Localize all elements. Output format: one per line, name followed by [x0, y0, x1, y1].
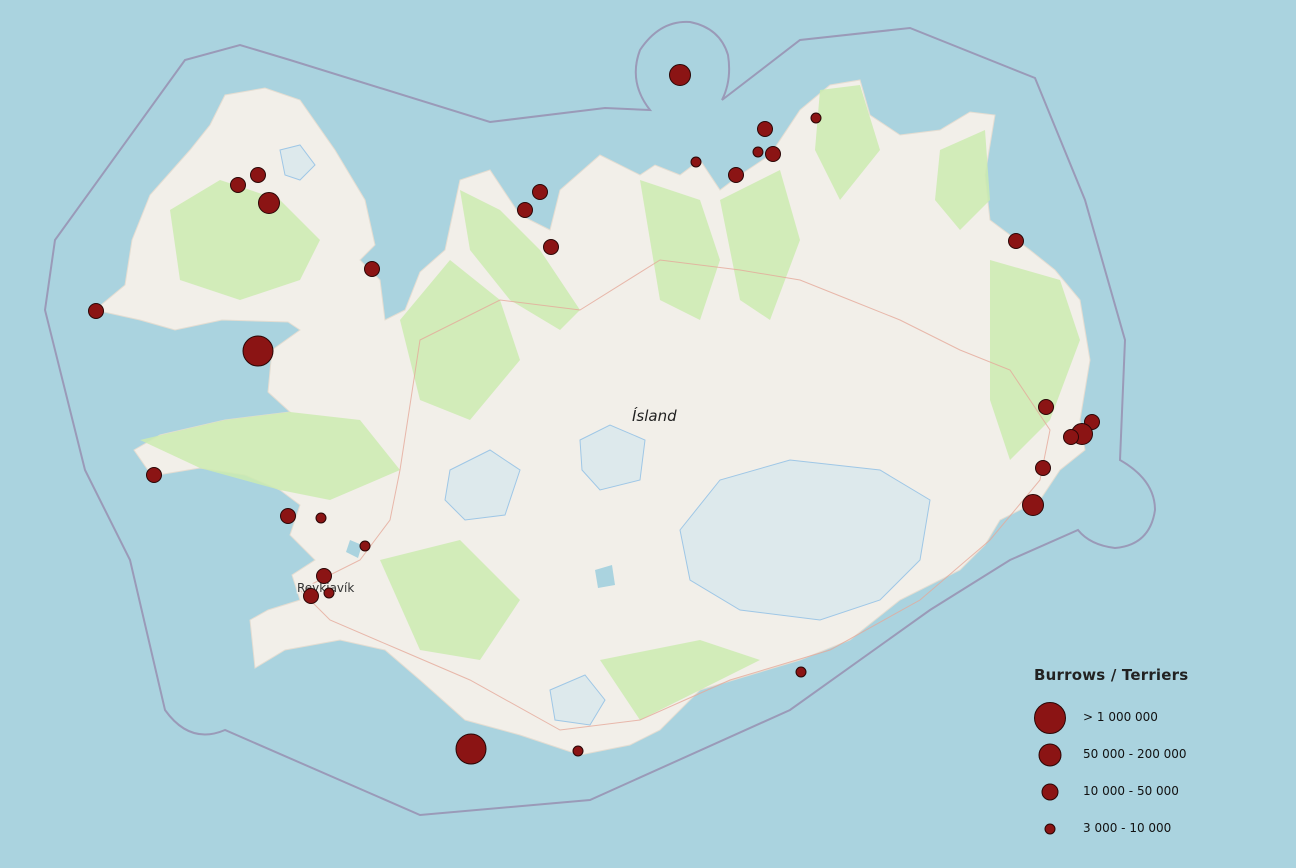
- colony-marker[interactable]: [728, 167, 744, 183]
- colony-marker[interactable]: [517, 202, 533, 218]
- colony-marker[interactable]: [316, 568, 332, 584]
- colony-marker[interactable]: [250, 167, 266, 183]
- colony-marker[interactable]: [315, 512, 327, 524]
- colony-marker[interactable]: [765, 146, 781, 162]
- colony-marker[interactable]: [242, 335, 274, 367]
- colony-marker[interactable]: [752, 146, 764, 158]
- colony-marker[interactable]: [532, 184, 548, 200]
- colony-marker[interactable]: [455, 733, 487, 765]
- colony-marker[interactable]: [88, 303, 104, 319]
- legend-title: Burrows / Terriers: [1034, 666, 1189, 684]
- colony-marker[interactable]: [364, 261, 380, 277]
- island-label: Ísland: [632, 406, 677, 425]
- legend-symbol: [1020, 698, 1080, 738]
- legend-symbol: [1020, 772, 1080, 812]
- legend-symbol: [1020, 735, 1080, 775]
- legend-label: 50 000 - 200 000: [1083, 747, 1187, 761]
- colony-marker[interactable]: [810, 112, 822, 124]
- legend-symbol: [1020, 809, 1080, 849]
- colony-marker[interactable]: [146, 467, 162, 483]
- colony-marker[interactable]: [1022, 494, 1044, 516]
- legend-row: 50 000 - 200 000: [1020, 735, 1270, 775]
- colony-marker[interactable]: [323, 587, 335, 599]
- colony-marker[interactable]: [1038, 399, 1054, 415]
- map-legend: Burrows / Terriers > 1 000 000 50 000 - …: [1020, 660, 1270, 850]
- colony-marker[interactable]: [258, 192, 280, 214]
- colony-marker[interactable]: [572, 745, 584, 757]
- colony-marker[interactable]: [1035, 460, 1051, 476]
- legend-row: 10 000 - 50 000: [1020, 772, 1270, 812]
- colony-marker[interactable]: [359, 540, 371, 552]
- legend-row: 3 000 - 10 000: [1020, 809, 1270, 849]
- colony-marker[interactable]: [757, 121, 773, 137]
- colony-marker[interactable]: [1008, 233, 1024, 249]
- legend-label: 10 000 - 50 000: [1083, 784, 1179, 798]
- colony-marker[interactable]: [543, 239, 559, 255]
- legend-row: > 1 000 000: [1020, 698, 1270, 738]
- legend-label: > 1 000 000: [1083, 710, 1158, 724]
- colony-marker[interactable]: [669, 64, 691, 86]
- colony-marker[interactable]: [1063, 429, 1079, 445]
- colony-marker[interactable]: [230, 177, 246, 193]
- legend-label: 3 000 - 10 000: [1083, 821, 1172, 835]
- colony-marker[interactable]: [690, 156, 702, 168]
- colony-marker[interactable]: [795, 666, 807, 678]
- colony-marker[interactable]: [303, 588, 319, 604]
- colony-marker[interactable]: [280, 508, 296, 524]
